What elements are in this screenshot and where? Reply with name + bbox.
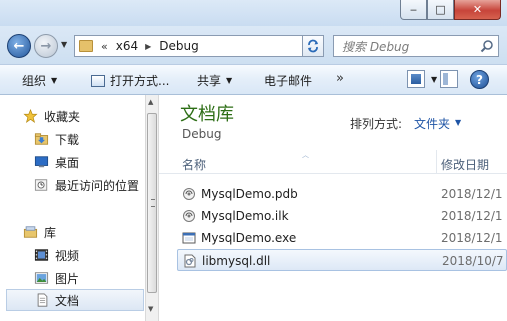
column-header-row: ︿ 名称 修改日期	[159, 150, 507, 174]
search-icon[interactable]	[480, 39, 494, 53]
change-view-icon[interactable]	[407, 70, 425, 88]
email-label: 电子邮件	[264, 74, 313, 88]
column-header-name[interactable]: 名称	[182, 156, 206, 173]
view-options-dropdown-icon[interactable]: ▼	[431, 75, 437, 84]
scroll-down-icon[interactable]: ▼	[148, 305, 153, 313]
file-row-selected[interactable]: libmysql.dll 2018/10/7	[177, 249, 507, 271]
star-icon	[23, 109, 38, 123]
dll-file-icon	[184, 254, 196, 268]
organize-label: 组织	[22, 74, 47, 88]
nav-label-favorites: 收藏夹	[44, 109, 81, 124]
chevron-down-icon: ▼	[226, 76, 233, 85]
file-row[interactable]: MysqlDemo.ilk 2018/12/1	[177, 205, 507, 227]
grip-icon	[151, 199, 155, 207]
organize-button[interactable]: 组织 ▼	[22, 72, 57, 89]
back-button[interactable]: ←	[7, 34, 31, 58]
forward-button[interactable]: →	[34, 34, 58, 58]
exe-file-icon	[182, 232, 196, 244]
refresh-icon	[308, 39, 318, 53]
breadcrumb-x64[interactable]: x64	[116, 39, 138, 53]
nav-label-libraries: 库	[44, 225, 57, 240]
share-button[interactable]: 共享 ▼	[197, 72, 232, 89]
recent-places-icon	[34, 179, 48, 191]
file-list-pane: 文档库 Debug 排列方式: 文件夹 ▼ ︿ 名称 修改日期 MysqlDem…	[159, 95, 507, 321]
navigation-pane: 收藏夹 下载 桌面 最近访问的位置 库 视频 图片 文档	[0, 95, 145, 321]
more-commands-button[interactable]: »	[336, 71, 344, 86]
file-date: 2018/10/7	[442, 254, 504, 268]
desktop-icon	[34, 156, 49, 168]
sort-indicator-icon: ︿	[302, 151, 309, 159]
open-with-label: 打开方式...	[110, 74, 170, 88]
arrange-by-dropdown[interactable]: 文件夹	[414, 115, 450, 132]
file-date: 2018/12/1	[441, 187, 503, 201]
open-with-icon	[91, 74, 105, 87]
pictures-icon	[34, 272, 49, 284]
open-with-button[interactable]: 打开方式...	[91, 72, 169, 89]
folder-icon	[79, 40, 93, 52]
nav-item-recent-places[interactable]: 最近访问的位置	[0, 174, 145, 196]
file-date: 2018/12/1	[441, 231, 503, 245]
column-header-date[interactable]: 修改日期	[441, 156, 489, 173]
pdb-file-icon	[183, 188, 195, 200]
navigation-scrollbar[interactable]: ▲ ▼	[145, 95, 159, 321]
videos-icon	[34, 249, 49, 261]
maximize-button[interactable]: □	[427, 0, 454, 20]
chevron-down-icon[interactable]: ▼	[455, 118, 461, 127]
nav-label-desktop: 桌面	[55, 155, 80, 170]
breadcrumb-overflow[interactable]: «	[101, 40, 108, 53]
preview-pane-icon[interactable]	[440, 70, 458, 88]
nav-item-libraries[interactable]: 库	[0, 221, 145, 243]
file-row[interactable]: MysqlDemo.exe 2018/12/1	[177, 227, 507, 249]
file-name: libmysql.dll	[202, 254, 271, 268]
close-button[interactable]: ✕	[454, 0, 501, 20]
nav-label-documents: 文档	[55, 293, 80, 308]
file-date: 2018/12/1	[441, 209, 503, 223]
nav-label-videos: 视频	[55, 248, 80, 263]
file-name: MysqlDemo.ilk	[201, 209, 289, 223]
refresh-button[interactable]	[302, 35, 324, 57]
nav-item-videos[interactable]: 视频	[0, 244, 145, 266]
navigation-bar: ← → ▼ « x64 ▶ Debug ▼ 搜索 Debug	[0, 26, 507, 64]
nav-label-pictures: 图片	[55, 271, 80, 286]
address-bar[interactable]: « x64 ▶ Debug ▼	[74, 35, 324, 57]
downloads-folder-icon	[34, 133, 49, 145]
title-bar: ‒ □ ✕	[0, 0, 507, 26]
scroll-up-icon[interactable]: ▲	[148, 98, 153, 106]
minimize-button[interactable]: ‒	[400, 0, 427, 20]
ilk-file-icon	[183, 210, 195, 222]
nav-item-desktop[interactable]: 桌面	[0, 151, 145, 173]
help-button[interactable]: ?	[470, 70, 489, 89]
search-input[interactable]: 搜索 Debug	[333, 35, 499, 57]
email-button[interactable]: 电子邮件	[264, 72, 312, 89]
nav-label-downloads: 下载	[55, 132, 80, 147]
file-row[interactable]: MysqlDemo.pdb 2018/12/1	[177, 183, 507, 205]
library-subtitle: Debug	[182, 127, 222, 141]
history-dropdown-icon[interactable]: ▼	[61, 40, 67, 49]
share-label: 共享	[197, 74, 222, 88]
breadcrumb-separator-icon[interactable]: ▶	[145, 42, 151, 51]
command-bar: 组织 ▼ 打开方式... 共享 ▼ 电子邮件 » ▼ ?	[0, 64, 507, 95]
arrange-by-label: 排列方式:	[350, 117, 403, 131]
library-title: 文档库	[180, 104, 234, 125]
nav-item-pictures[interactable]: 图片	[0, 267, 145, 289]
nav-item-favorites[interactable]: 收藏夹	[0, 105, 145, 127]
chevron-down-icon: ▼	[51, 76, 58, 85]
nav-item-downloads[interactable]: 下载	[0, 128, 145, 150]
nav-item-documents[interactable]: 文档	[6, 289, 144, 311]
nav-label-recent-places: 最近访问的位置	[55, 178, 140, 193]
breadcrumb-debug[interactable]: Debug	[159, 39, 198, 53]
column-divider[interactable]	[436, 150, 437, 174]
file-name: MysqlDemo.exe	[201, 231, 297, 245]
scrollbar-thumb[interactable]	[147, 113, 157, 293]
search-placeholder: 搜索 Debug	[342, 39, 410, 54]
file-name: MysqlDemo.pdb	[201, 187, 298, 201]
documents-icon	[37, 293, 48, 307]
libraries-icon	[23, 226, 38, 238]
